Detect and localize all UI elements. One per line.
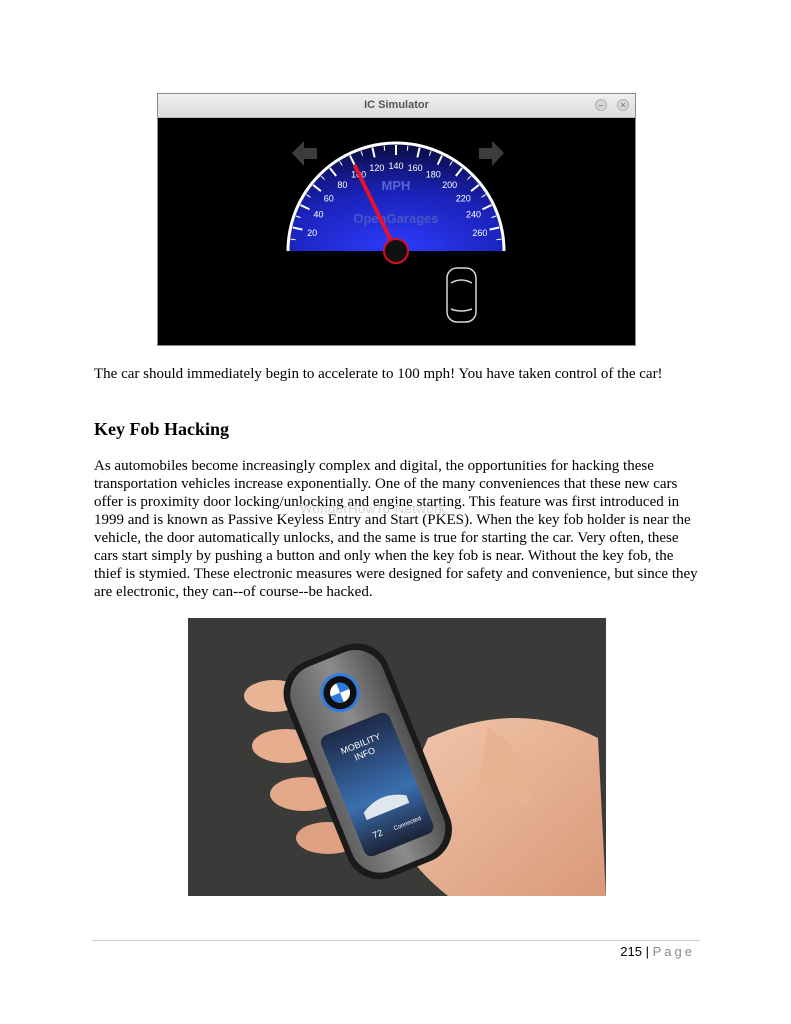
key-fob-photo: MOBILITY INFO 72 Connected bbox=[188, 618, 606, 896]
car-outline-icon bbox=[446, 267, 477, 323]
speed-tick-label-260: 260 bbox=[472, 228, 487, 238]
speed-unit-label: MPH bbox=[382, 178, 411, 193]
instrument-cluster: 20406080100120140160180200220240260 MPH … bbox=[286, 141, 506, 323]
ic-simulator-window: IC Simulator – × 20406080100120140160180… bbox=[157, 93, 636, 346]
speed-tick-label-60: 60 bbox=[324, 193, 334, 203]
page-label: Page bbox=[652, 944, 695, 959]
speed-tick-label-20: 20 bbox=[307, 228, 317, 238]
speed-tick-label-200: 200 bbox=[442, 180, 457, 190]
page-number: 215 bbox=[620, 944, 642, 959]
brand-label: OpenGarages bbox=[353, 211, 438, 226]
speed-tick bbox=[406, 145, 409, 151]
speed-tick-label-120: 120 bbox=[369, 163, 384, 173]
speed-tick bbox=[290, 238, 296, 241]
speed-tick-label-180: 180 bbox=[426, 170, 441, 180]
close-button[interactable]: × bbox=[617, 99, 629, 111]
body-paragraph: As automobiles become increasingly compl… bbox=[94, 458, 698, 600]
footer-separator: | bbox=[645, 944, 649, 959]
speed-tick bbox=[383, 145, 386, 151]
speed-tick-label-220: 220 bbox=[456, 193, 471, 203]
speed-tick-label-160: 160 bbox=[408, 163, 423, 173]
arrow-right-icon bbox=[479, 141, 504, 166]
arrow-left-icon bbox=[292, 141, 317, 166]
footer-rule bbox=[92, 940, 700, 941]
speed-tick-label-240: 240 bbox=[466, 210, 481, 220]
speed-tick-label-140: 140 bbox=[388, 161, 403, 171]
key-fob-illustration: MOBILITY INFO 72 Connected bbox=[244, 643, 606, 896]
window-title: IC Simulator bbox=[364, 99, 429, 111]
section-heading: Key Fob Hacking bbox=[94, 419, 230, 439]
intro-sentence: The car should immediately begin to acce… bbox=[94, 366, 663, 382]
minimize-button[interactable]: – bbox=[595, 99, 607, 111]
window-titlebar[interactable]: IC Simulator – × bbox=[158, 94, 635, 118]
speed-tick-label-80: 80 bbox=[337, 180, 347, 190]
speed-tick-label-40: 40 bbox=[314, 210, 324, 220]
watermark-text: WonderHowTo Network bbox=[300, 501, 446, 516]
page-footer: 215 | Page bbox=[620, 944, 695, 959]
speed-tick bbox=[496, 238, 502, 241]
needle-hub bbox=[383, 238, 409, 264]
